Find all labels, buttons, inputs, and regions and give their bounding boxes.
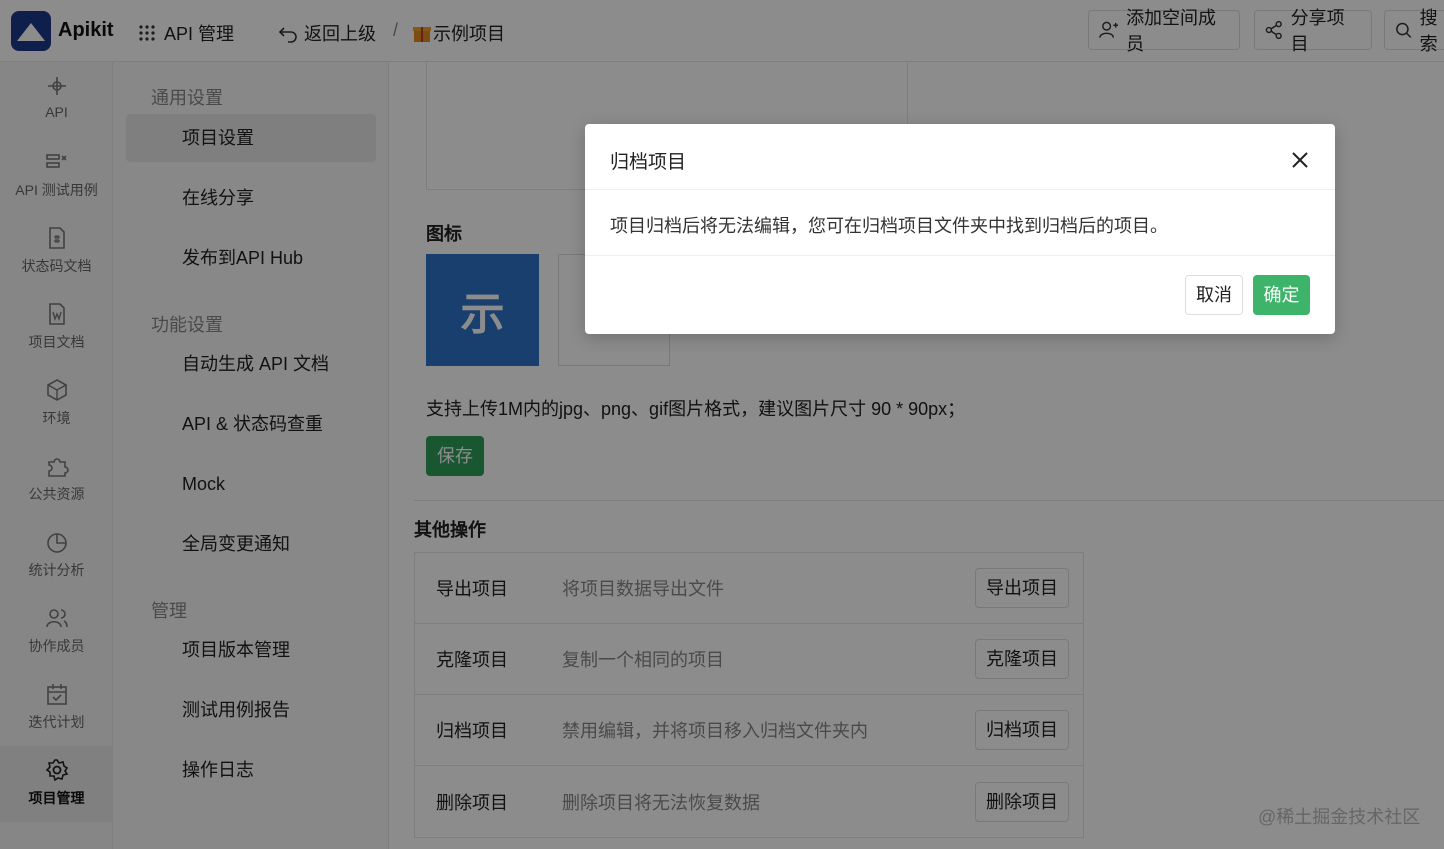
dialog-footer: 取消 确定 (585, 256, 1335, 334)
confirm-button[interactable]: 确定 (1253, 275, 1310, 315)
dialog-body: 项目归档后将无法编辑，您可在归档项目文件夹中找到归档后的项目。 (585, 190, 1335, 256)
dialog-title: 归档项目 (610, 152, 687, 173)
cancel-button[interactable]: 取消 (1185, 275, 1243, 315)
archive-project-dialog: 归档项目 项目归档后将无法编辑，您可在归档项目文件夹中找到归档后的项目。 取消 … (585, 124, 1335, 334)
dialog-message: 项目归档后将无法编辑，您可在归档项目文件夹中找到归档后的项目。 (610, 216, 1168, 236)
close-icon[interactable] (1288, 148, 1312, 172)
dialog-header: 归档项目 (585, 124, 1335, 190)
